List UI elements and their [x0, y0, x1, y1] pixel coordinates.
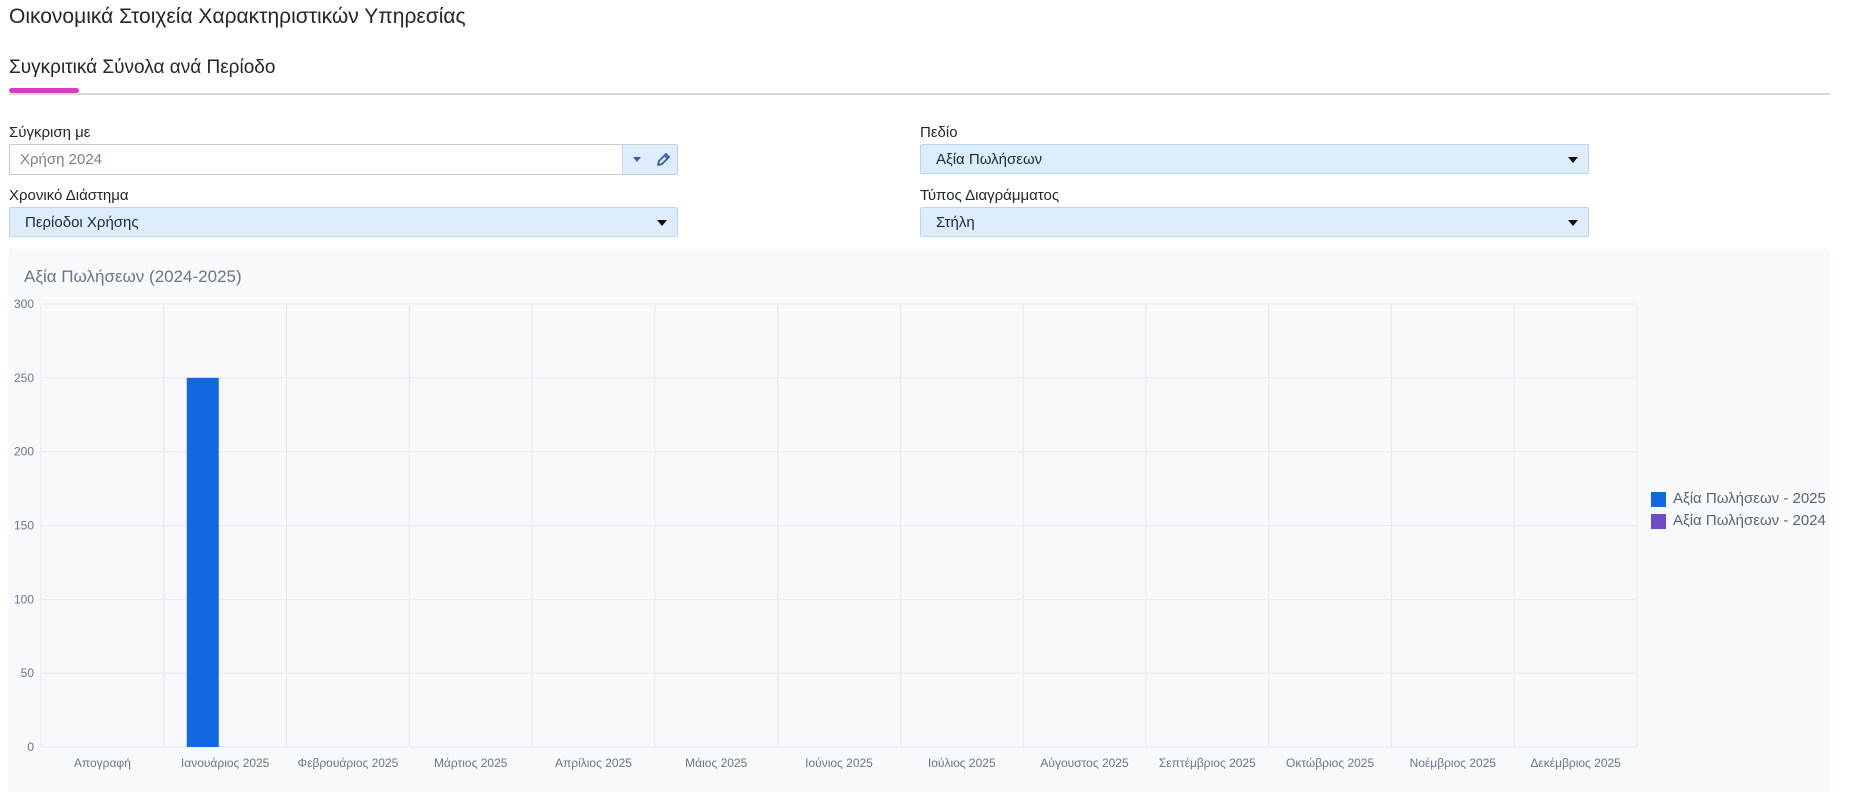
- tab-comparative-totals[interactable]: Συγκριτικά Σύνολα ανά Περίοδο: [9, 57, 275, 79]
- field-select[interactable]: Αξία Πωλήσεων: [920, 144, 1589, 174]
- chart-type-select-value: Στήλη: [936, 214, 975, 231]
- period-select-value: Περίοδοι Χρήσης: [25, 214, 139, 231]
- x-tick-label: Απογραφή: [74, 756, 131, 770]
- y-tick-label: 150: [14, 519, 34, 533]
- y-tick-label: 200: [14, 445, 34, 459]
- field-select-value: Αξία Πωλήσεων: [936, 151, 1043, 168]
- period-label: Χρονικό Διάστημα: [9, 187, 129, 204]
- field-label: Πεδίο: [920, 124, 958, 141]
- x-tick-label: Ιούνιος 2025: [805, 756, 873, 770]
- chart-type-label: Τύπος Διαγράμματος: [920, 187, 1060, 204]
- x-tick-label: Απρίλιος 2025: [555, 756, 632, 770]
- page-title: Οικονομικά Στοιχεία Χαρακτηριστικών Υπηρ…: [9, 5, 466, 28]
- chart-title: Αξία Πωλήσεων (2024-2025): [24, 267, 242, 286]
- x-tick-label: Νοέμβριος 2025: [1410, 756, 1497, 770]
- x-tick-label: Αύγουστος 2025: [1040, 756, 1129, 770]
- caret-down-icon: [1568, 157, 1578, 163]
- x-tick-label: Μάιος 2025: [685, 756, 747, 770]
- x-tick-label: Φεβρουάριος 2025: [298, 756, 399, 770]
- y-tick-label: 100: [14, 592, 34, 606]
- x-tick-label: Σεπτέμβριος 2025: [1159, 756, 1256, 770]
- legend-swatch-2024: [1651, 514, 1666, 529]
- tab-bar: Συγκριτικά Σύνολα ανά Περίοδο: [9, 57, 1830, 95]
- x-tick-label: Δεκέμβριος 2025: [1530, 756, 1621, 770]
- y-tick-label: 300: [14, 297, 34, 311]
- bar-chart: 0 50 100 150 200 250 300 Απογραφή Ιανουάριος 202…: [14, 297, 1638, 770]
- y-tick-label: 0: [27, 740, 34, 754]
- caret-down-icon: [657, 220, 667, 226]
- active-tab-indicator: [9, 88, 79, 93]
- x-tick-label: Οκτώβριος 2025: [1286, 756, 1374, 770]
- legend-label-2024: Αξία Πωλήσεων - 2024: [1673, 512, 1826, 529]
- caret-down-icon: [1568, 220, 1578, 226]
- y-tick-label: 50: [21, 666, 35, 680]
- legend-swatch-2025: [1651, 492, 1666, 507]
- compare-buttons: [622, 145, 677, 174]
- pencil-icon[interactable]: [652, 145, 674, 174]
- caret-down-icon[interactable]: [628, 145, 648, 174]
- x-tick-label: Μάρτιος 2025: [434, 756, 508, 770]
- chart-type-select[interactable]: Στήλη: [920, 207, 1589, 237]
- compare-combobox[interactable]: Χρήση 2024: [9, 144, 678, 175]
- y-tick-label: 250: [14, 371, 34, 385]
- compare-value: Χρήση 2024: [20, 151, 103, 168]
- chart-panel: 0 50 100 150 200 250 300 Απογραφή Ιανουάριος 202…: [9, 249, 1830, 792]
- x-tick-label: Ιανουάριος 2025: [181, 756, 270, 770]
- x-tick-label: Ιούλιος 2025: [928, 756, 996, 770]
- period-select[interactable]: Περίοδοι Χρήσης: [9, 207, 678, 237]
- bar-2025-1: [186, 377, 219, 747]
- legend-label-2025: Αξία Πωλήσεων - 2025: [1673, 490, 1826, 507]
- compare-label: Σύγκριση με: [9, 124, 91, 141]
